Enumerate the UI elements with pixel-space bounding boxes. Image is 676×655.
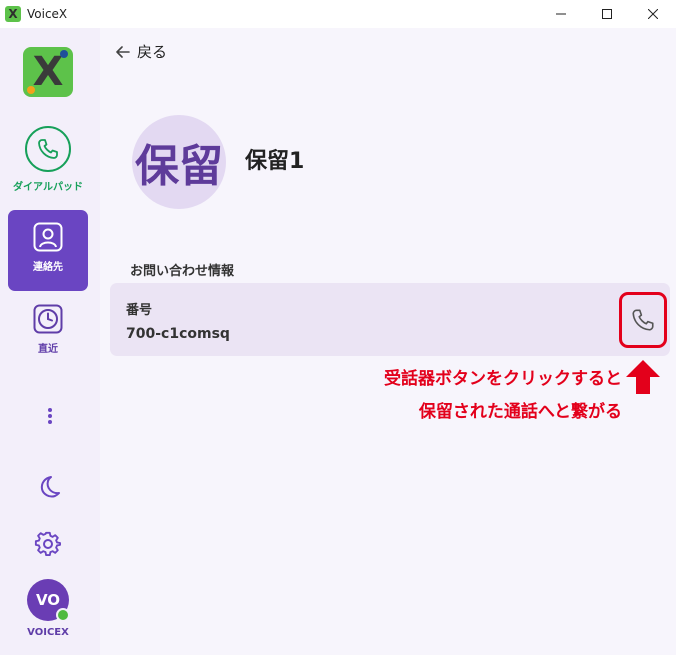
section-title: お問い合わせ情報 [130, 264, 235, 279]
presence-status-dot [56, 608, 70, 622]
logo-dot-blue [60, 50, 68, 58]
number-label: 番号 [126, 303, 153, 318]
contact-name: 保留1 [245, 149, 305, 174]
maximize-icon [602, 9, 612, 19]
sidebar-item-contacts[interactable]: 連絡先 [8, 210, 88, 291]
contact-avatar-text: 保留 [135, 141, 223, 192]
main-content: 戻る 保留 保留1 お問い合わせ情報 番号 700-c1comsq 受話器ボタン… [100, 28, 676, 655]
settings-button[interactable] [34, 530, 62, 562]
sidebar-item-recent[interactable]: 直近 [8, 304, 88, 364]
arrow-left-icon [116, 45, 130, 58]
close-button[interactable] [630, 0, 676, 28]
more-vertical-icon [48, 408, 52, 424]
minimize-button[interactable] [538, 0, 584, 28]
annotation-line-1: 受話器ボタンをクリックすると [384, 369, 622, 389]
contact-avatar: 保留 [132, 115, 226, 209]
gear-icon [34, 531, 61, 557]
annotation-line-2: 保留された通話へと繋がる [418, 402, 622, 422]
contact-icon [33, 222, 63, 252]
back-button[interactable]: 戻る [115, 41, 167, 62]
contact-info-card: 番号 700-c1comsq [110, 283, 670, 356]
app-icon-letter: X [8, 7, 18, 21]
avatar-initials: VO [35, 591, 61, 609]
sidebar-item-label: 連絡先 [33, 262, 63, 273]
clock-icon [33, 304, 63, 334]
sidebar-item-label: ダイアルパッド [13, 182, 83, 193]
window-title: VoiceX [27, 7, 68, 21]
more-button[interactable] [38, 404, 62, 428]
avatar-label: VOICEX [27, 627, 69, 638]
sidebar-item-dialpad[interactable]: ダイアルパッド [8, 126, 88, 196]
close-icon [648, 9, 658, 19]
sidebar: X ダイアルパッド 連絡先 直近 VO VOICEX [0, 28, 100, 655]
call-button[interactable] [619, 292, 667, 348]
theme-toggle-button[interactable] [34, 473, 62, 505]
phone-icon [632, 309, 654, 331]
app-icon: X [5, 6, 21, 22]
number-value: 700-c1comsq [126, 326, 230, 342]
title-bar: X VoiceX [0, 0, 676, 28]
minimize-icon [556, 13, 566, 15]
window-controls [538, 0, 676, 28]
maximize-button[interactable] [584, 0, 630, 28]
arrow-up-icon [626, 360, 660, 394]
back-label: 戻る [137, 43, 168, 61]
sidebar-item-label: 直近 [38, 344, 58, 355]
moon-icon [40, 476, 60, 498]
app-logo: X [23, 47, 73, 97]
logo-dot-orange [27, 86, 35, 94]
phone-icon [25, 126, 71, 172]
